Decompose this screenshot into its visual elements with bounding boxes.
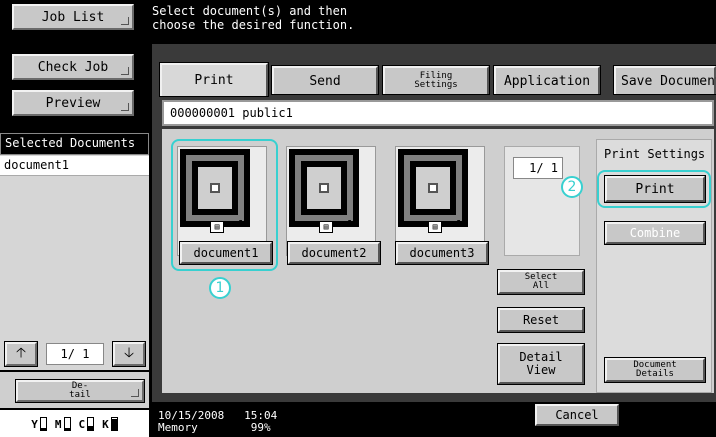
tab-filing-label-2: Settings [414, 80, 458, 90]
page-indicator-panel: 1/ 1 [504, 146, 580, 256]
document-thumbnail-2[interactable]: ▤ 1 [286, 146, 376, 256]
toner-m-label: M [54, 417, 62, 431]
toner-c: C [78, 416, 95, 431]
toner-k: K [102, 416, 118, 431]
document-details-label-2: Details [636, 369, 674, 379]
document-preview-image [289, 149, 359, 227]
job-list-label: Job List [41, 9, 105, 25]
tab-send[interactable]: Send [271, 65, 379, 95]
tab-save-document[interactable]: Save Document [613, 65, 716, 95]
page-count-label: 1 [456, 219, 463, 230]
document-preview-image [398, 149, 468, 227]
job-list-button[interactable]: Job List [11, 3, 135, 31]
document-thumbnail-1[interactable]: ▤ 1 [177, 146, 267, 256]
tab-print-label: Print [194, 73, 234, 88]
tab-print[interactable]: Print [159, 62, 269, 97]
combine-button[interactable]: Combine [604, 221, 706, 245]
cancel-label: Cancel [555, 408, 599, 422]
toner-c-label: C [78, 417, 86, 431]
toner-m: M [54, 416, 71, 431]
selected-page-count: 1/ 1 [46, 343, 104, 365]
document-button-2[interactable]: document2 [287, 241, 381, 265]
status-memory-value: 99% [250, 421, 271, 434]
toner-y-bar [39, 416, 47, 431]
document-thumbnail-3[interactable]: ▤ 1 [395, 146, 485, 256]
document-details-button[interactable]: Document Details [604, 357, 706, 383]
toner-c-bar [87, 416, 95, 431]
arrow-down-icon: 🡣 [123, 345, 135, 361]
arrow-up-icon: 🡡 [15, 345, 27, 361]
instruction-message: Select document(s) and then choose the d… [152, 4, 355, 32]
print-settings-label: Print Settings [604, 147, 706, 161]
toner-levels: Y M C K [0, 410, 149, 437]
page-icon: ▤ [210, 221, 224, 233]
selected-documents-header: Selected Documents [0, 133, 149, 155]
document-button-3[interactable]: document3 [395, 241, 489, 265]
tab-application-label: Application [503, 73, 591, 89]
document-button-1[interactable]: document1 [179, 241, 273, 265]
page-icon: ▤ [319, 221, 333, 233]
selected-document-item[interactable]: document1 [0, 156, 149, 176]
print-label: Print [635, 181, 675, 197]
document-name-3: document3 [409, 246, 475, 260]
print-button[interactable]: Print [604, 175, 706, 203]
page-count-label: 1 [238, 219, 245, 230]
toner-m-bar [63, 416, 71, 431]
preview-label: Preview [45, 95, 101, 111]
tab-send-label: Send [309, 73, 341, 89]
toner-k-bar [110, 416, 118, 431]
detail-view-label-2: View [526, 363, 556, 377]
check-job-button[interactable]: Check Job [11, 53, 135, 81]
detail-label-2: tail [69, 390, 91, 400]
detail-view-button[interactable]: Detail View [497, 343, 585, 385]
page-count-label: 1 [347, 219, 354, 230]
status-memory-label: Memory [158, 421, 198, 434]
toner-k-label: K [102, 417, 109, 431]
status-bar: 10/15/2008 15:04 Memory 99% [152, 404, 572, 437]
tab-filing-settings[interactable]: Filing Settings [382, 65, 490, 95]
callout-number-2: 2 [561, 176, 583, 198]
detail-button[interactable]: De- tail [15, 379, 145, 403]
box-header: 000000001 public1 [162, 100, 714, 126]
document-name-2: document2 [301, 246, 367, 260]
page-up-button[interactable]: 🡡 [4, 341, 38, 367]
callout-number-1: 1 [209, 277, 231, 299]
page-indicator: 1/ 1 [513, 157, 563, 179]
reset-label: Reset [522, 313, 560, 327]
document-preview-image [180, 149, 250, 227]
cancel-button[interactable]: Cancel [534, 403, 620, 427]
toner-y-label: Y [31, 417, 38, 431]
toner-y: Y [31, 416, 47, 431]
select-all-label-2: All [532, 281, 550, 291]
tab-application[interactable]: Application [493, 65, 601, 95]
document-name-1: document1 [193, 246, 259, 260]
check-job-label: Check Job [37, 59, 109, 75]
reset-button[interactable]: Reset [497, 307, 585, 333]
select-all-button[interactable]: Select All [497, 269, 585, 295]
page-icon: ▤ [428, 221, 442, 233]
page-down-button[interactable]: 🡣 [112, 341, 146, 367]
combine-label: Combine [629, 226, 681, 240]
tab-save-document-label: Save Document [621, 73, 716, 89]
preview-button[interactable]: Preview [11, 89, 135, 117]
